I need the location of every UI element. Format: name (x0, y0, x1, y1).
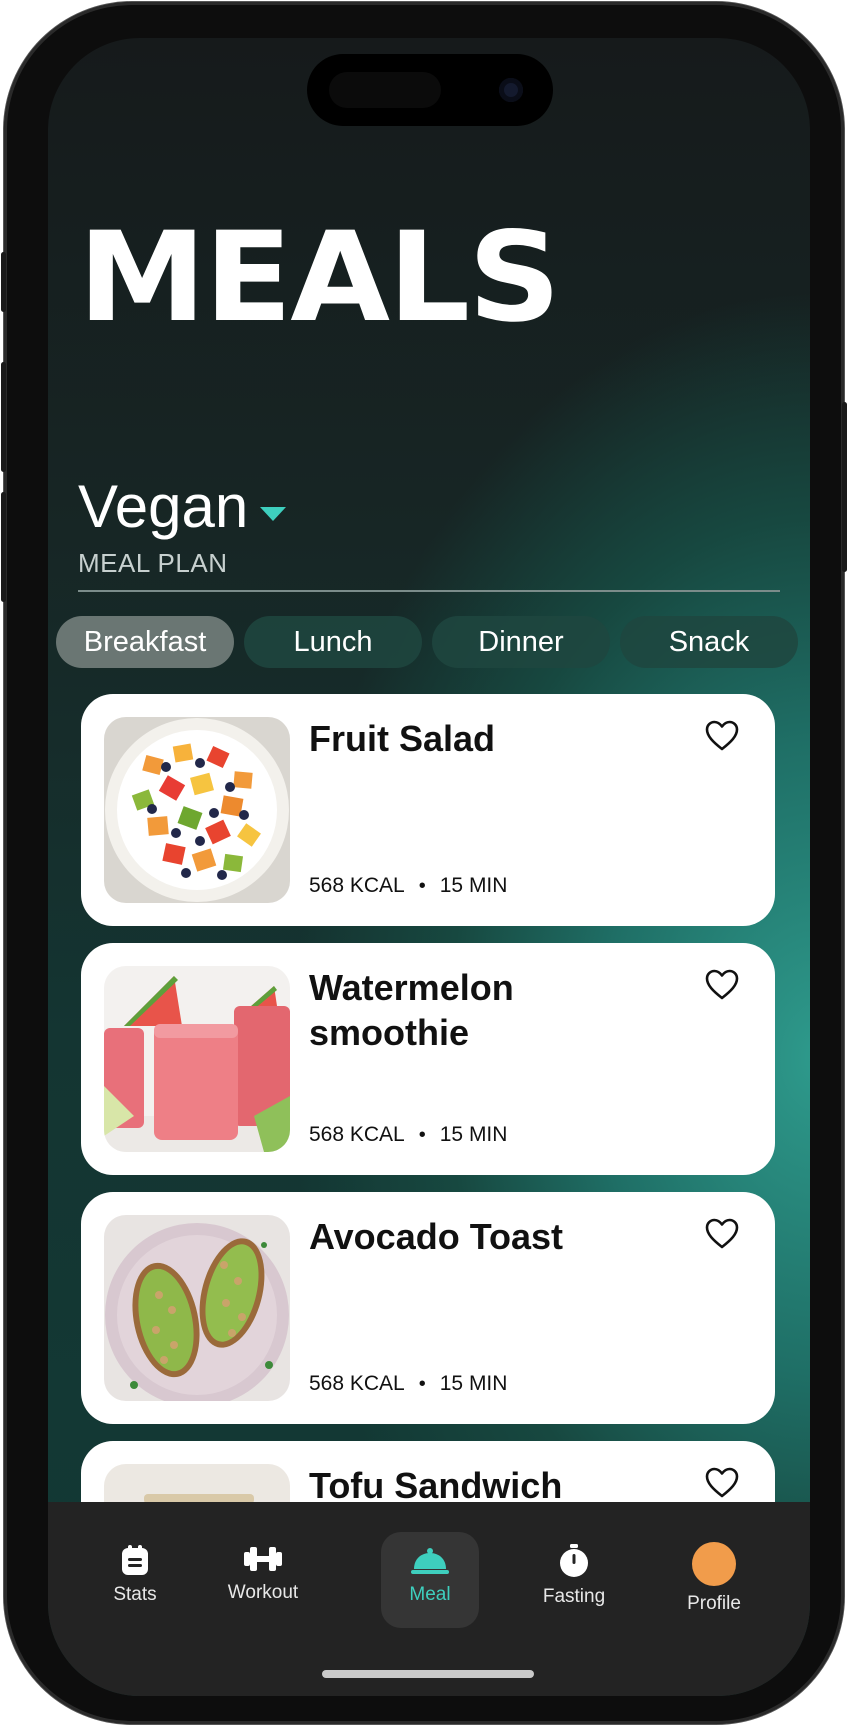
mute-switch (1, 252, 6, 312)
watermelon-smoothie-photo (104, 966, 290, 1152)
meal-time: 15 MIN (439, 874, 508, 897)
nav-workout-label: Workout (227, 1582, 299, 1603)
volume-down-button (1, 492, 6, 602)
bottom-tab-bar: Stats Workout Meal Fasting Profile (48, 1502, 810, 1696)
meal-meta: 568 KCAL • 15 MIN (309, 1123, 507, 1147)
nav-stats[interactable]: Stats (86, 1530, 184, 1626)
meal-card[interactable]: Avocado Toast 568 KCAL • 15 MIN (81, 1192, 775, 1424)
meal-kcal: 568 KCAL (309, 874, 405, 897)
clipboard-icon (122, 1545, 148, 1575)
meal-time: 15 MIN (439, 1123, 508, 1146)
meta-separator: • (418, 1123, 426, 1146)
nav-profile-label: Profile (687, 1593, 741, 1614)
tab-breakfast[interactable]: Breakfast (56, 616, 234, 668)
nav-fasting-label: Fasting (542, 1586, 606, 1607)
meal-time: 15 MIN (439, 1372, 508, 1395)
home-indicator[interactable] (322, 1670, 534, 1678)
meal-type-tabs: Breakfast Lunch Dinner Snack (56, 616, 798, 668)
power-button (842, 402, 847, 572)
avocado-toast-photo (104, 1215, 290, 1401)
meal-name: Watermelon smoothie (309, 967, 514, 1053)
tab-snack[interactable]: Snack (620, 616, 798, 668)
meal-plan-label: MEAL PLAN (78, 548, 228, 578)
heart-icon[interactable] (705, 969, 739, 1001)
meta-separator: • (418, 874, 426, 897)
meta-separator: • (418, 1372, 426, 1395)
dynamic-island (307, 54, 553, 126)
nav-profile[interactable]: Profile (665, 1530, 763, 1626)
tab-dinner[interactable]: Dinner (432, 616, 610, 668)
page-title: MEALS (78, 206, 561, 350)
app-screen: MEALS Vegan MEAL PLAN Breakfast Lunch Di… (48, 38, 810, 1696)
front-camera (499, 78, 523, 102)
dumbbell-icon (244, 1547, 282, 1571)
food-cloche-icon (411, 1548, 449, 1574)
heart-icon[interactable] (705, 1467, 739, 1499)
meal-plan-name: Vegan (78, 473, 249, 540)
meal-kcal: 568 KCAL (309, 1123, 405, 1146)
meal-card[interactable]: Fruit Salad 568 KCAL • 15 MIN (81, 694, 775, 926)
tab-lunch[interactable]: Lunch (244, 616, 422, 668)
heart-icon[interactable] (705, 720, 739, 752)
meal-kcal: 568 KCAL (309, 1372, 405, 1395)
divider (78, 590, 780, 592)
nav-fasting[interactable]: Fasting (525, 1530, 623, 1626)
nav-meal-label: Meal (409, 1584, 451, 1605)
fruit-salad-photo (104, 717, 290, 903)
caret-down-icon (260, 506, 287, 521)
stopwatch-icon (560, 1544, 588, 1577)
nav-meal[interactable]: Meal (381, 1532, 479, 1628)
volume-up-button (1, 362, 6, 472)
nav-stats-label: Stats (113, 1584, 157, 1605)
phone-frame: MEALS Vegan MEAL PLAN Breakfast Lunch Di… (1, 2, 847, 1724)
heart-icon[interactable] (705, 1218, 739, 1250)
meal-meta: 568 KCAL • 15 MIN (309, 1372, 507, 1396)
avatar (692, 1542, 736, 1586)
meal-plan-dropdown[interactable]: Vegan (78, 472, 287, 541)
meal-name: Fruit Salad (309, 718, 496, 759)
meal-name: Avocado Toast (309, 1216, 564, 1257)
nav-workout[interactable]: Workout (214, 1530, 312, 1626)
meal-card[interactable]: Watermelon smoothie 568 KCAL • 15 MIN (81, 943, 775, 1175)
island-sensor (329, 72, 441, 108)
meal-meta: 568 KCAL • 15 MIN (309, 874, 507, 898)
